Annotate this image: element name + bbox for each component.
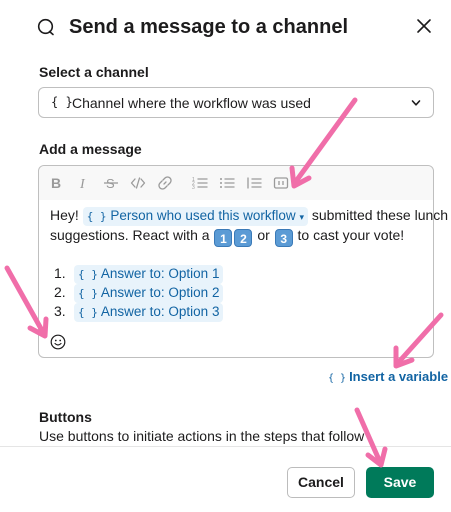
variable-pill-answer[interactable]: { } Answer to: Option 3: [74, 303, 224, 322]
variable-icon: { }: [51, 95, 73, 109]
save-button[interactable]: Save: [366, 467, 434, 498]
code-icon[interactable]: [130, 175, 146, 191]
buttons-section-description: Use buttons to initiate actions in the s…: [39, 428, 365, 444]
message-text: suggestions. React with a: [50, 227, 210, 243]
message-bubble-icon: [37, 18, 54, 36]
message-body[interactable]: Hey! { } Person who used this workflow ▾…: [50, 206, 448, 248]
chevron-down-icon: [411, 100, 421, 106]
modal-header: Send a message to a channel: [0, 0, 451, 56]
cancel-button[interactable]: Cancel: [287, 467, 355, 498]
message-text: submitted these lunch: [311, 207, 449, 223]
list-item: 1.{ } Answer to: Option 1: [54, 264, 224, 284]
close-icon[interactable]: [413, 15, 435, 37]
bulleted-list-icon[interactable]: [219, 175, 235, 191]
link-icon[interactable]: [157, 175, 173, 191]
keycap-three-emoji: 3: [274, 229, 293, 247]
channel-select[interactable]: { } Channel where the workflow was used: [38, 87, 434, 118]
bold-icon[interactable]: B: [49, 175, 65, 191]
insert-variable-link[interactable]: { } Insert a variable: [328, 369, 448, 384]
svg-text:3: 3: [192, 185, 195, 191]
message-editor[interactable]: B I S 1 2 3: [38, 165, 448, 358]
keycap-one-emoji: 1: [214, 229, 233, 247]
channel-select-value: Channel where the workflow was used: [72, 95, 311, 111]
list-item: 2.{ } Answer to: Option 2: [54, 283, 224, 303]
variable-pill-answer[interactable]: { } Answer to: Option 1: [74, 265, 224, 284]
checklist-icon[interactable]: [246, 175, 262, 191]
footer-divider: [0, 446, 451, 447]
buttons-section-title: Buttons: [39, 409, 92, 425]
variable-pill-answer[interactable]: { } Answer to: Option 2: [74, 284, 224, 303]
svg-text:B: B: [51, 175, 61, 191]
message-text: Hey!: [50, 207, 79, 223]
message-text: to cast your vote!: [297, 227, 405, 243]
list-item: 3.{ } Answer to: Option 3: [54, 302, 224, 322]
svg-text:I: I: [79, 177, 86, 191]
select-channel-label: Select a channel: [39, 64, 149, 80]
formatting-toolbar: B I S 1 2 3: [39, 166, 433, 200]
modal-title: Send a message to a channel: [69, 16, 348, 38]
message-text: or: [257, 227, 270, 243]
add-message-label: Add a message: [39, 141, 142, 157]
italic-icon[interactable]: I: [76, 175, 92, 191]
emoji-icon[interactable]: [50, 334, 66, 350]
code-block-icon[interactable]: [273, 175, 289, 191]
ordered-list-icon[interactable]: 1 2 3: [192, 175, 208, 191]
variable-pill-user[interactable]: { } Person who used this workflow ▾: [82, 207, 308, 226]
keycap-two-emoji: 2: [234, 229, 253, 247]
annotation-arrowhead: [365, 446, 388, 468]
strikethrough-icon[interactable]: S: [103, 175, 119, 191]
